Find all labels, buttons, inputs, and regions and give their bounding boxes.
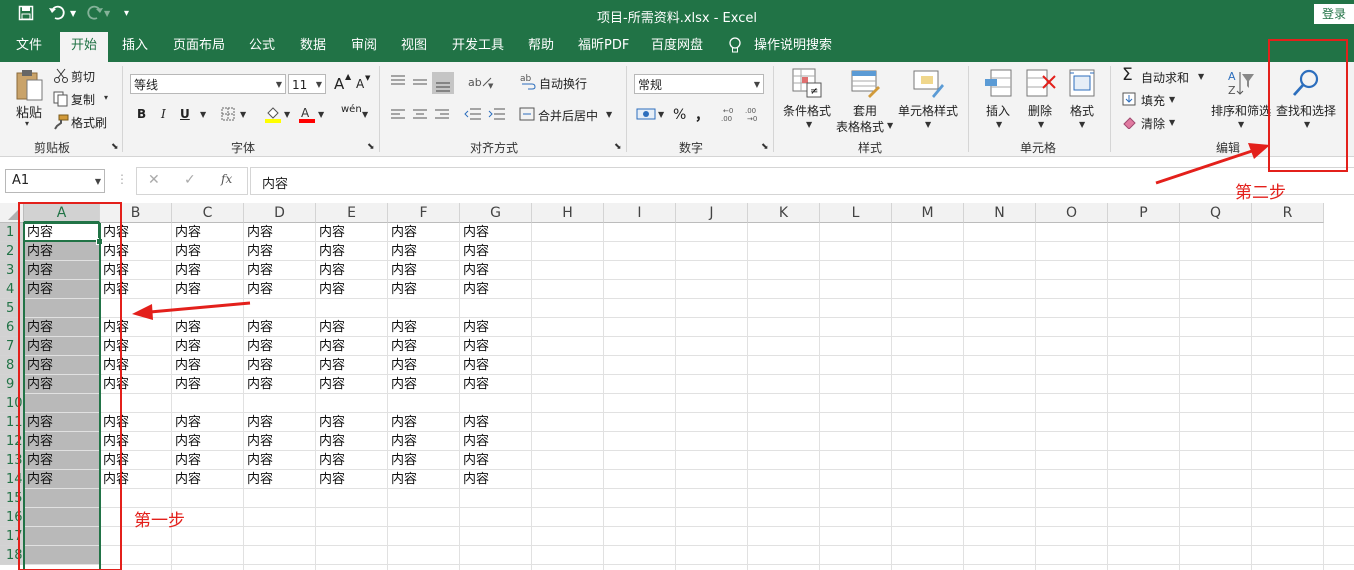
step1-arrowhead [132, 304, 153, 320]
step1-arrow [149, 301, 251, 314]
step1-label: 第一步 [134, 511, 185, 531]
annotation-layer [18, 39, 1348, 570]
step2-box [1268, 39, 1348, 172]
step1-box [18, 202, 122, 570]
step2-arrowhead [1248, 143, 1270, 159]
step2-label: 第二步 [1235, 183, 1286, 203]
